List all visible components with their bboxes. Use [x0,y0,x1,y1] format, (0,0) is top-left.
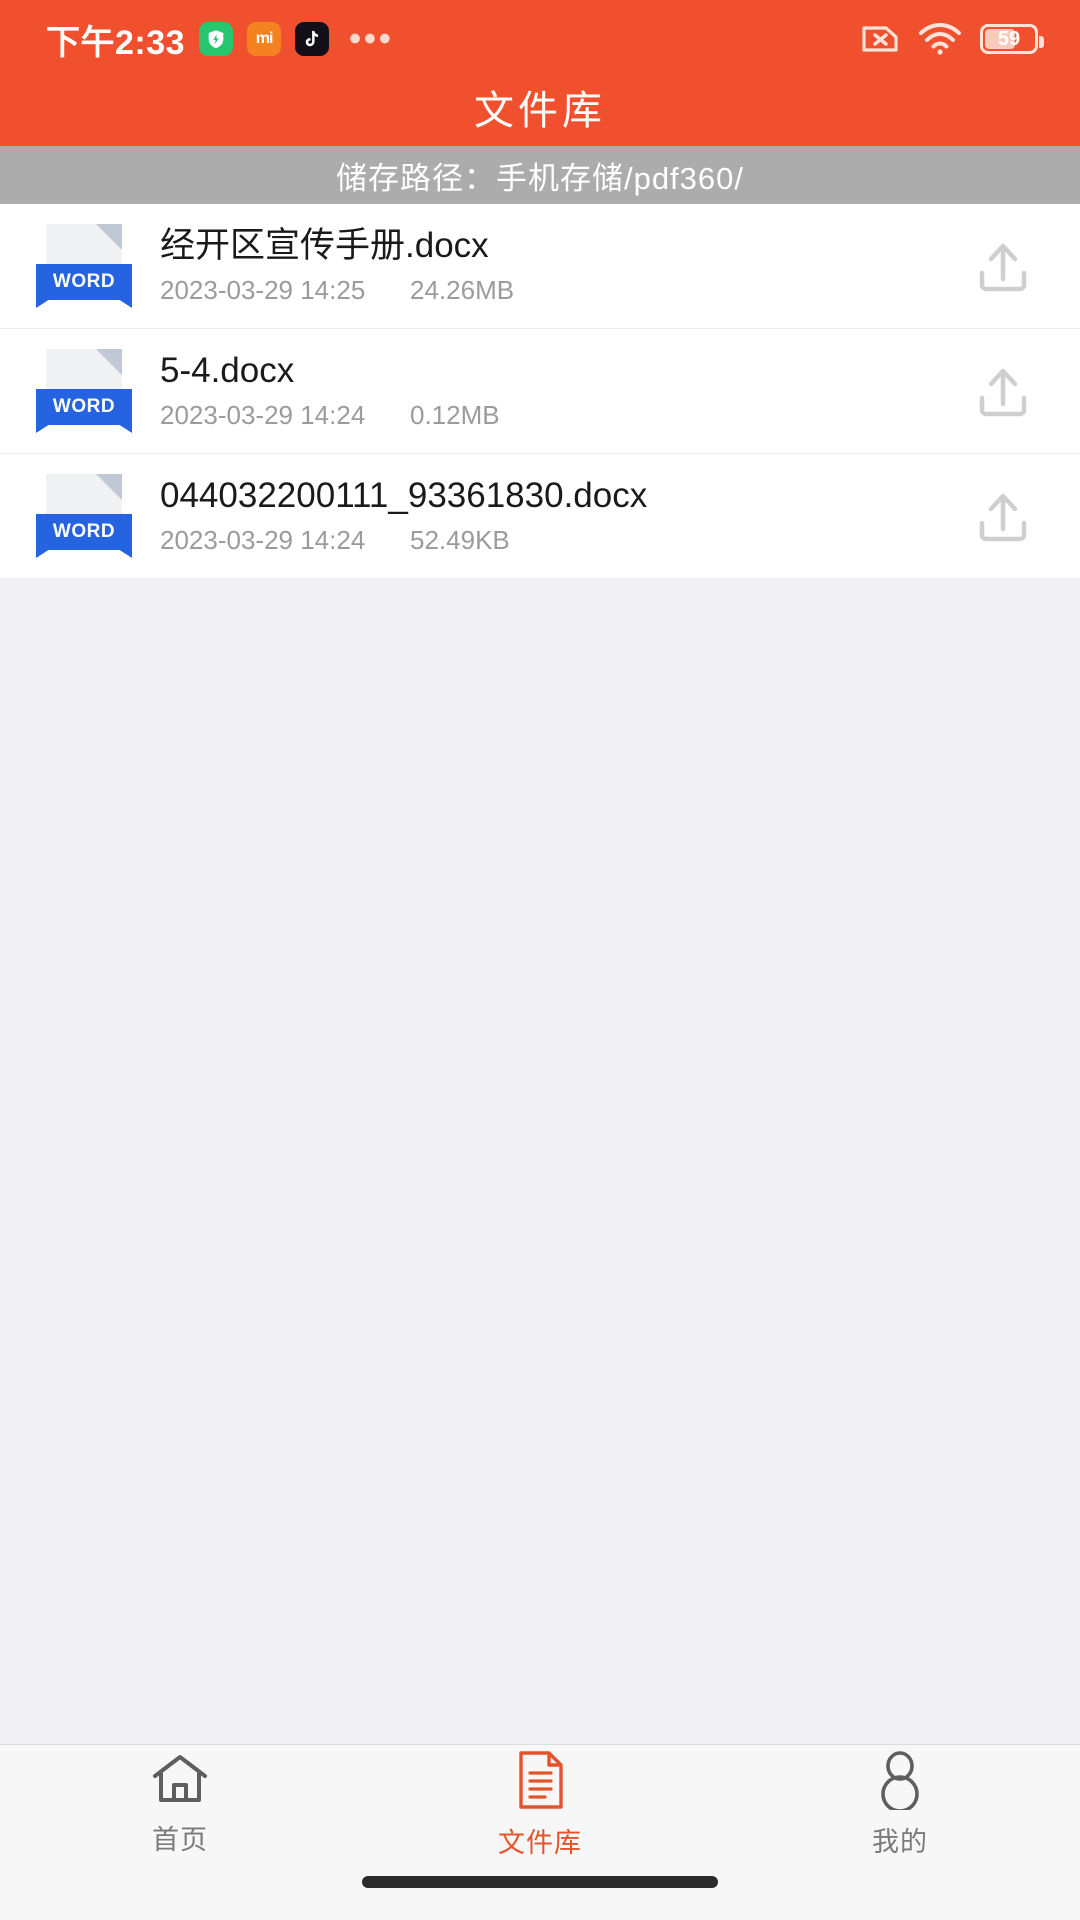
status-bar-clock: 下午2:33 [46,23,186,62]
file-date: 2023-03-29 14:24 [160,399,366,430]
banner-tail-right [118,299,132,308]
file-meta: 2023-03-29 14:24 0.12MB [160,400,966,431]
status-bar-overflow-icon: ••• [349,19,394,58]
word-file-icon: WORD [34,470,138,562]
file-meta: 2023-03-29 14:25 24.26MB [160,275,966,306]
file-size: 52.49KB [410,524,510,555]
tiktok-icon [295,22,330,56]
app-header: 文件库 [0,78,1080,146]
file-date: 2023-03-29 14:24 [160,524,366,555]
tab-profile-label: 我的 [872,1827,928,1857]
word-file-icon: WORD [34,220,138,312]
upload-button[interactable] [966,229,1040,303]
file-info: 044032200111_93361830.docx 2023-03-29 14… [160,476,966,555]
word-badge: WORD [36,264,132,300]
wifi-icon [918,22,962,56]
file-date: 2023-03-29 14:25 [160,274,366,305]
upload-button[interactable] [966,479,1040,553]
banner-tail-left [36,549,50,558]
home-gesture-bar[interactable] [362,1876,718,1888]
gesture-bar-area [0,1876,1080,1920]
battery-percent-label: 59 [997,28,1021,50]
page-title: 文件库 [474,89,606,133]
word-file-icon: WORD [34,345,138,437]
table-row[interactable]: WORD 经开区宣传手册.docx 2023-03-29 14:25 24.26… [0,204,1080,329]
mi-logo-icon: mi [247,22,282,56]
file-info: 经开区宣传手册.docx 2023-03-29 14:25 24.26MB [160,226,966,305]
upload-button[interactable] [966,354,1040,428]
word-badge-label: WORD [52,521,116,542]
banner-tail-right [118,424,132,433]
file-meta: 2023-03-29 14:24 52.49KB [160,525,966,556]
page-fold-corner [96,349,122,375]
word-badge-label: WORD [52,396,116,417]
word-badge-label: WORD [52,271,116,292]
person-icon [871,1750,929,1810]
file-name: 经开区宣传手册.docx [160,226,489,266]
tab-home[interactable]: 首页 [0,1752,360,1857]
tab-home-label: 首页 [152,1825,208,1855]
storage-path-bar: 储存路径：手机存储/pdf360/ [0,146,1080,204]
word-badge: WORD [36,514,132,550]
bottom-nav-items: 首页 文件库 我的 [0,1745,1080,1876]
security-shield-icon [199,22,234,56]
tab-file-library[interactable]: 文件库 [360,1749,720,1860]
status-bar-right: 59 [860,22,1044,56]
tab-profile[interactable]: 我的 [720,1750,1080,1859]
file-size: 24.26MB [410,274,515,305]
file-info: 5-4.docx 2023-03-29 14:24 0.12MB [160,351,966,430]
home-icon [150,1752,210,1808]
file-name: 044032200111_93361830.docx [160,476,648,516]
battery-icon: 59 [980,24,1044,54]
file-list: WORD 经开区宣传手册.docx 2023-03-29 14:25 24.26… [0,204,1080,579]
table-row[interactable]: WORD 044032200111_93361830.docx 2023-03-… [0,454,1080,579]
empty-list-area [0,579,1080,1744]
no-sim-icon [860,23,900,55]
page-fold-corner [96,474,122,500]
document-icon [511,1749,569,1811]
mi-logo-text: mi [255,30,274,47]
banner-tail-left [36,299,50,308]
banner-tail-right [118,549,132,558]
status-bar: 下午2:33 mi ••• 59 [0,0,1080,78]
bottom-navigation: 首页 文件库 我的 [0,1744,1080,1920]
word-badge: WORD [36,389,132,425]
tab-file-library-label: 文件库 [498,1828,582,1858]
file-name: 5-4.docx [160,351,295,391]
file-size: 0.12MB [410,399,500,430]
page-fold-corner [96,224,122,250]
table-row[interactable]: WORD 5-4.docx 2023-03-29 14:24 0.12MB [0,329,1080,454]
status-bar-left: 下午2:33 mi ••• [46,15,394,64]
main-content: WORD 经开区宣传手册.docx 2023-03-29 14:25 24.26… [0,204,1080,1744]
storage-path-text: 储存路径：手机存储/pdf360/ [335,160,745,196]
banner-tail-left [36,424,50,433]
